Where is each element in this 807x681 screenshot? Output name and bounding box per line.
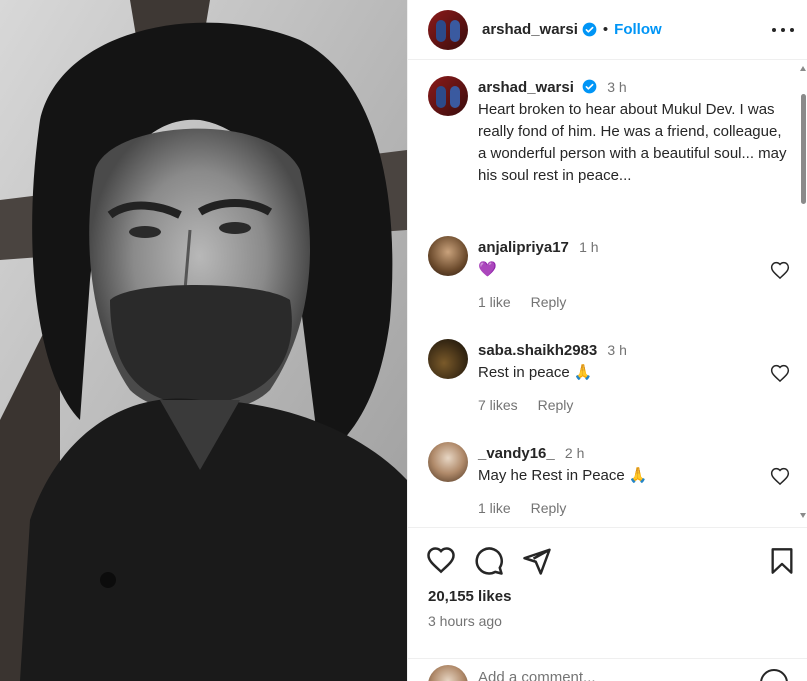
comments-scrollbar[interactable] [799,62,807,522]
comments-list[interactable]: arshad_warsi 3 h Heart broken to hear ab… [408,61,807,526]
caption-body: arshad_warsi 3 h Heart broken to hear ab… [478,76,788,187]
reply-button[interactable]: Reply [538,397,574,413]
comment-bubble-icon[interactable] [474,546,504,576]
comment-time: 2 h [564,445,585,461]
comment-meta: 7 likes Reply [478,394,778,416]
emoji-icon[interactable] [760,669,788,681]
comment-username[interactable]: _vandy16_ [478,445,555,462]
post-photo[interactable] [0,0,407,681]
add-comment-input[interactable] [478,669,718,681]
caption-avatar[interactable] [428,76,468,116]
comment-text: Rest in peace 🙏 [478,364,593,381]
scroll-down-arrow-icon[interactable] [800,513,806,518]
verified-badge-icon [582,22,597,37]
comment-item: _vandy16_ 2 h May he Rest in Peace 🙏 1 l… [428,442,798,519]
verified-badge-icon [582,79,597,94]
comment-body: saba.shaikh2983 3 h Rest in peace 🙏 7 li… [478,339,778,416]
current-user-avatar [428,665,468,681]
like-comment-heart-icon[interactable] [770,364,790,384]
commenter-avatar[interactable] [428,442,468,482]
portrait-image [0,0,407,681]
comment-meta: 1 like Reply [478,291,778,313]
header-separator: • [602,21,609,38]
comment-item: anjalipriya17 1 h 💜 1 like Reply [428,236,798,313]
comment-meta: 1 like Reply [478,497,778,519]
reply-button[interactable]: Reply [531,500,567,516]
comment-text: 💜 [478,261,497,278]
comment-text: May he Rest in Peace 🙏 [478,467,648,484]
caption-time: 3 h [607,79,627,95]
add-comment-bar [408,658,807,681]
commenter-avatar[interactable] [428,236,468,276]
action-icons [426,546,552,576]
post-timestamp[interactable]: 3 hours ago [428,613,502,629]
comment-username[interactable]: anjalipriya17 [478,239,569,256]
like-comment-heart-icon[interactable] [770,261,790,281]
caption-username[interactable]: arshad_warsi [478,79,574,96]
caption-text: Heart broken to hear about Mukul Dev. I … [478,101,787,184]
scroll-up-arrow-icon[interactable] [800,66,806,71]
comment-likes[interactable]: 1 like [478,500,511,516]
comment-body: _vandy16_ 2 h May he Rest in Peace 🙏 1 l… [478,442,778,519]
like-comment-heart-icon[interactable] [770,467,790,487]
reply-button[interactable]: Reply [531,294,567,310]
comment-body: anjalipriya17 1 h 💜 1 like Reply [478,236,778,313]
commenter-avatar[interactable] [428,339,468,379]
share-send-icon[interactable] [522,546,552,576]
scrollbar-thumb[interactable] [801,94,806,204]
comment-likes[interactable]: 7 likes [478,397,518,413]
follow-button[interactable]: Follow [614,21,662,38]
comment-likes[interactable]: 1 like [478,294,511,310]
comment-time: 1 h [579,239,599,255]
post-header: arshad_warsi • Follow [408,0,807,60]
more-options-icon[interactable] [772,20,794,40]
like-heart-icon[interactable] [426,546,456,576]
comment-item: saba.shaikh2983 3 h Rest in peace 🙏 7 li… [428,339,798,416]
like-count[interactable]: 20,155 likes [428,588,511,605]
post-side-panel: arshad_warsi • Follow arshad_warsi 3 h H… [407,0,807,681]
post-actions: 20,155 likes 3 hours ago [408,527,807,657]
comment-time: 3 h [607,342,627,358]
caption: arshad_warsi 3 h Heart broken to hear ab… [428,76,798,187]
comment-username[interactable]: saba.shaikh2983 [478,342,597,359]
save-bookmark-icon[interactable] [768,546,796,576]
author-username[interactable]: arshad_warsi [482,21,578,38]
author-avatar[interactable] [428,9,468,50]
